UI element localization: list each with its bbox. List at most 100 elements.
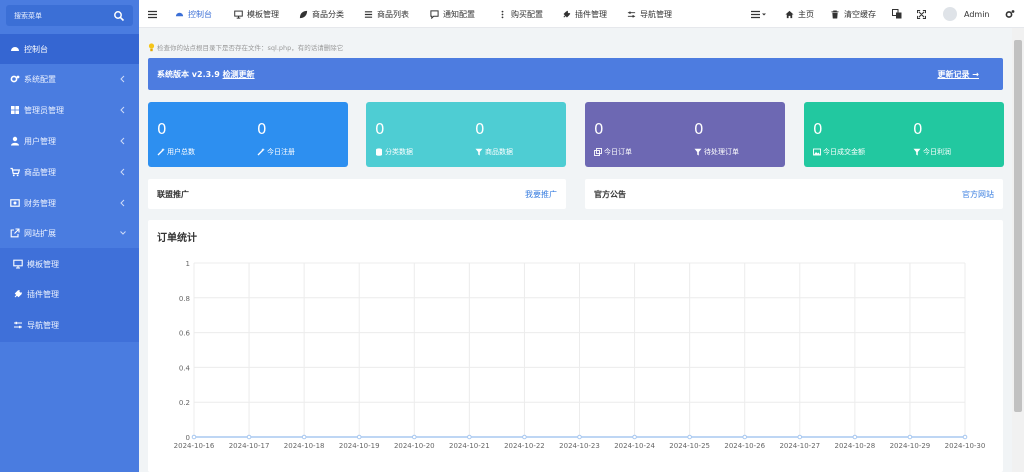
menu-search-input[interactable]: 搜索菜单	[14, 11, 113, 21]
promote-link[interactable]: 我要推广	[525, 189, 557, 200]
data-point	[522, 434, 527, 440]
sidebar-item-system-config[interactable]: 系统配置	[0, 64, 139, 94]
x-tick-label: 2024-10-27	[779, 442, 820, 450]
panel-title: 联盟推广	[157, 190, 189, 199]
stat-label: 用户总数	[167, 148, 195, 156]
stat-label: 今日订单	[604, 148, 632, 156]
sidebar-item-site-extension[interactable]: 网站扩展	[0, 218, 139, 248]
fullscreen-icon[interactable]	[917, 9, 926, 19]
sidebar-item-label: 用户管理	[24, 136, 56, 146]
y-tick-label: 1	[186, 260, 190, 268]
menu-search-box[interactable]: 搜索菜单	[6, 5, 133, 26]
tab-label: 购买配置	[511, 9, 543, 19]
x-tick-label: 2024-10-16	[174, 442, 215, 450]
sidebar-item-admin-management[interactable]: 管理员管理	[0, 95, 139, 125]
comment-icon	[430, 9, 439, 19]
sidebar-item-label: 模板管理	[27, 259, 59, 269]
sidebar-subitem-nav-management[interactable]: 导航管理	[0, 310, 139, 340]
cart-icon	[9, 167, 20, 178]
tab-dashboard[interactable]: 控制台	[175, 0, 212, 28]
chart-title: 订单统计	[157, 233, 197, 244]
tab-notification-config[interactable]: 通知配置	[430, 0, 475, 28]
version-label: 系统版本 v2.3.9	[157, 70, 223, 79]
hamburger-icon[interactable]	[148, 10, 157, 19]
tab-template-management[interactable]: 模板管理	[234, 0, 279, 28]
settings-button[interactable]	[1005, 0, 1015, 28]
x-tick-label: 2024-10-25	[669, 442, 710, 450]
language-button[interactable]	[892, 0, 902, 28]
data-point	[687, 434, 692, 440]
tab-menu-dropdown[interactable]	[751, 0, 767, 28]
sidebar-item-user-management[interactable]: 用户管理	[0, 126, 139, 156]
tab-goods-category[interactable]: 商品分类	[299, 0, 344, 28]
data-point	[246, 434, 252, 440]
desktop-icon	[12, 259, 23, 270]
sidebar-subitem-plugin-management[interactable]: 插件管理	[0, 279, 139, 309]
avatar	[943, 7, 957, 21]
top-navbar: 控制台 模板管理 商品分类 商品列表 通知配置 购买配置 插件管理 导航管理 主…	[139, 0, 1024, 28]
x-tick-label: 2024-10-29	[890, 442, 931, 450]
page-scrollbar-thumb[interactable]	[1014, 40, 1022, 412]
data-point	[411, 434, 417, 440]
stat-label: 今日注册	[267, 148, 295, 156]
x-tick-label: 2024-10-17	[229, 442, 270, 450]
chevron-left-icon	[120, 106, 125, 114]
sidebar-item-finance-management[interactable]: 财务管理	[0, 188, 139, 218]
sidebar-item-dashboard[interactable]: 控制台	[0, 34, 139, 64]
plug-icon	[12, 289, 23, 300]
plug-icon	[562, 10, 571, 19]
official-site-link[interactable]: 官方网站	[962, 189, 994, 200]
external-link-icon	[9, 228, 20, 239]
version-banner: 系统版本 v2.3.9 检测更新 更新记录 →	[148, 58, 1003, 90]
x-tick-label: 2024-10-22	[504, 442, 545, 450]
sidebar-item-label: 网站扩展	[24, 228, 56, 238]
search-icon[interactable]	[113, 10, 125, 22]
sidebar-subitem-template-management[interactable]: 模板管理	[0, 249, 139, 279]
magic-icon	[157, 148, 165, 156]
stat-label-row: 今日订单	[594, 147, 632, 157]
user-menu[interactable]: Admin	[943, 0, 990, 28]
data-point	[962, 434, 968, 440]
list-dropdown-icon[interactable]	[751, 10, 767, 19]
changelog-link[interactable]: 更新记录 →	[938, 69, 980, 80]
stat-card-revenue: 0 今日成交金额 0 今日利润	[804, 102, 1004, 167]
panel-title: 官方公告	[594, 190, 626, 199]
stat-value: 0	[475, 120, 485, 138]
check-update-link[interactable]: 检测更新	[223, 70, 255, 79]
tab-purchase-config[interactable]: 购买配置	[498, 0, 543, 28]
filter-icon	[694, 148, 702, 156]
data-point	[191, 434, 197, 440]
tab-nav-management[interactable]: 导航管理	[627, 0, 672, 28]
data-point	[356, 434, 362, 440]
home-button[interactable]: 主页	[785, 0, 814, 28]
data-point	[467, 434, 472, 440]
x-tick-label: 2024-10-26	[724, 442, 765, 450]
affiliate-panel: 联盟推广 我要推广	[148, 179, 566, 209]
tab-label: 控制台	[188, 9, 212, 19]
database-icon	[375, 148, 383, 156]
tab-label: 导航管理	[640, 9, 672, 19]
stat-label-row: 用户总数	[157, 147, 195, 157]
cogs-icon	[9, 74, 20, 85]
tab-plugin-management[interactable]: 插件管理	[562, 0, 607, 28]
translate-icon[interactable]	[892, 9, 902, 19]
filter-icon	[913, 148, 921, 156]
leaf-icon	[299, 10, 308, 19]
sliders-icon	[12, 320, 23, 331]
chevron-left-icon	[120, 199, 125, 207]
cogs-icon[interactable]	[1005, 9, 1015, 19]
tab-label: 商品列表	[377, 9, 409, 19]
sidebar-toggle-button[interactable]	[148, 0, 157, 28]
stat-card-users: 0 用户总数 0 今日注册	[148, 102, 348, 167]
data-point	[852, 434, 858, 440]
clear-cache-button[interactable]: 清空缓存	[831, 0, 876, 28]
stat-value: 0	[813, 120, 823, 138]
stat-card-goods: 0 分类数据 0 商品数据	[366, 102, 566, 167]
fullscreen-button[interactable]	[917, 0, 926, 28]
home-icon	[785, 10, 794, 19]
lightbulb-icon	[148, 42, 155, 51]
sidebar-item-goods-management[interactable]: 商品管理	[0, 157, 139, 187]
data-point	[797, 434, 803, 440]
tab-goods-list[interactable]: 商品列表	[364, 0, 409, 28]
sidebar-item-label: 管理员管理	[24, 105, 64, 115]
